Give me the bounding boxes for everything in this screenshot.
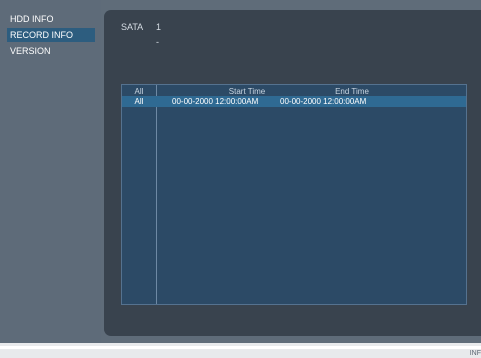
column-divider [156, 85, 157, 304]
disk-type-label: SATA [121, 22, 144, 32]
sidebar-item-record-info[interactable]: RECORD INFO [7, 28, 95, 42]
record-table: All Start Time End Time All 00-00-2000 1… [121, 84, 467, 305]
row-type-cell: All [134, 97, 144, 106]
disk-number: 1 [156, 22, 162, 32]
disk-sub-value: - [156, 37, 159, 47]
row-start-time-cell: 00-00-2000 12:00:00AM [172, 97, 259, 106]
row-end-time-cell: 00-00-2000 12:00:00AM [280, 97, 367, 106]
sidebar: HDD INFO RECORD INFO VERSION [0, 0, 101, 343]
sidebar-item-hdd-info[interactable]: HDD INFO [7, 12, 54, 26]
status-text: INF [469, 350, 481, 357]
table-row[interactable]: All 00-00-2000 12:00:00AM 00-00-2000 12:… [122, 96, 466, 107]
sidebar-item-version[interactable]: VERSION [7, 44, 51, 58]
bottom-divider [0, 346, 481, 349]
